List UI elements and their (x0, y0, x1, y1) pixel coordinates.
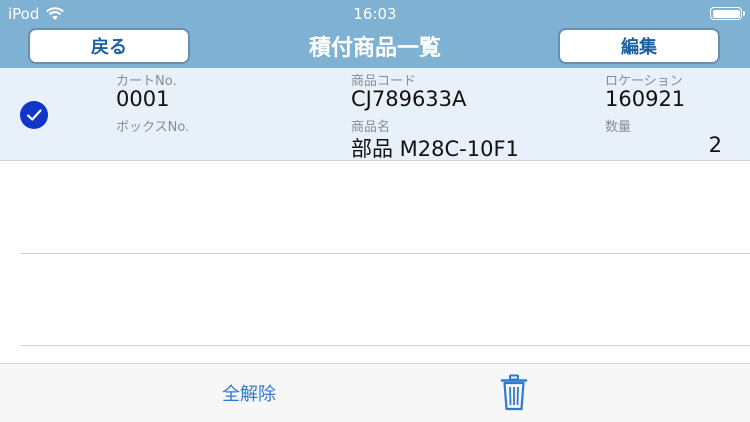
product-name-value: 部品 M28C-10F1 (351, 137, 519, 161)
row-divider (20, 253, 750, 254)
trash-icon[interactable] (500, 374, 528, 412)
deselect-all-button[interactable]: 全解除 (222, 380, 276, 406)
quantity-value: 2 (708, 133, 722, 157)
edit-button[interactable]: 編集 (558, 28, 720, 64)
checkmark-icon[interactable] (20, 101, 48, 129)
quantity-label: 数量 (605, 120, 632, 135)
battery-icon (710, 7, 745, 20)
cart-no-value: 0001 (116, 87, 170, 111)
box-no-label: ボックスNo. (116, 120, 190, 135)
location-value: 160921 (605, 87, 686, 111)
table-row[interactable]: カートNo. 0001 ボックスNo. 商品コード CJ789633A 商品名 … (0, 68, 750, 161)
status-time: 16:03 (353, 5, 397, 23)
row-divider (20, 345, 750, 346)
bottom-toolbar: 全解除 (0, 363, 750, 422)
product-code-value: CJ789633A (351, 87, 467, 111)
navigation-bar: iPod 16:03 戻る 積付商品一覧 編集 (0, 0, 750, 68)
